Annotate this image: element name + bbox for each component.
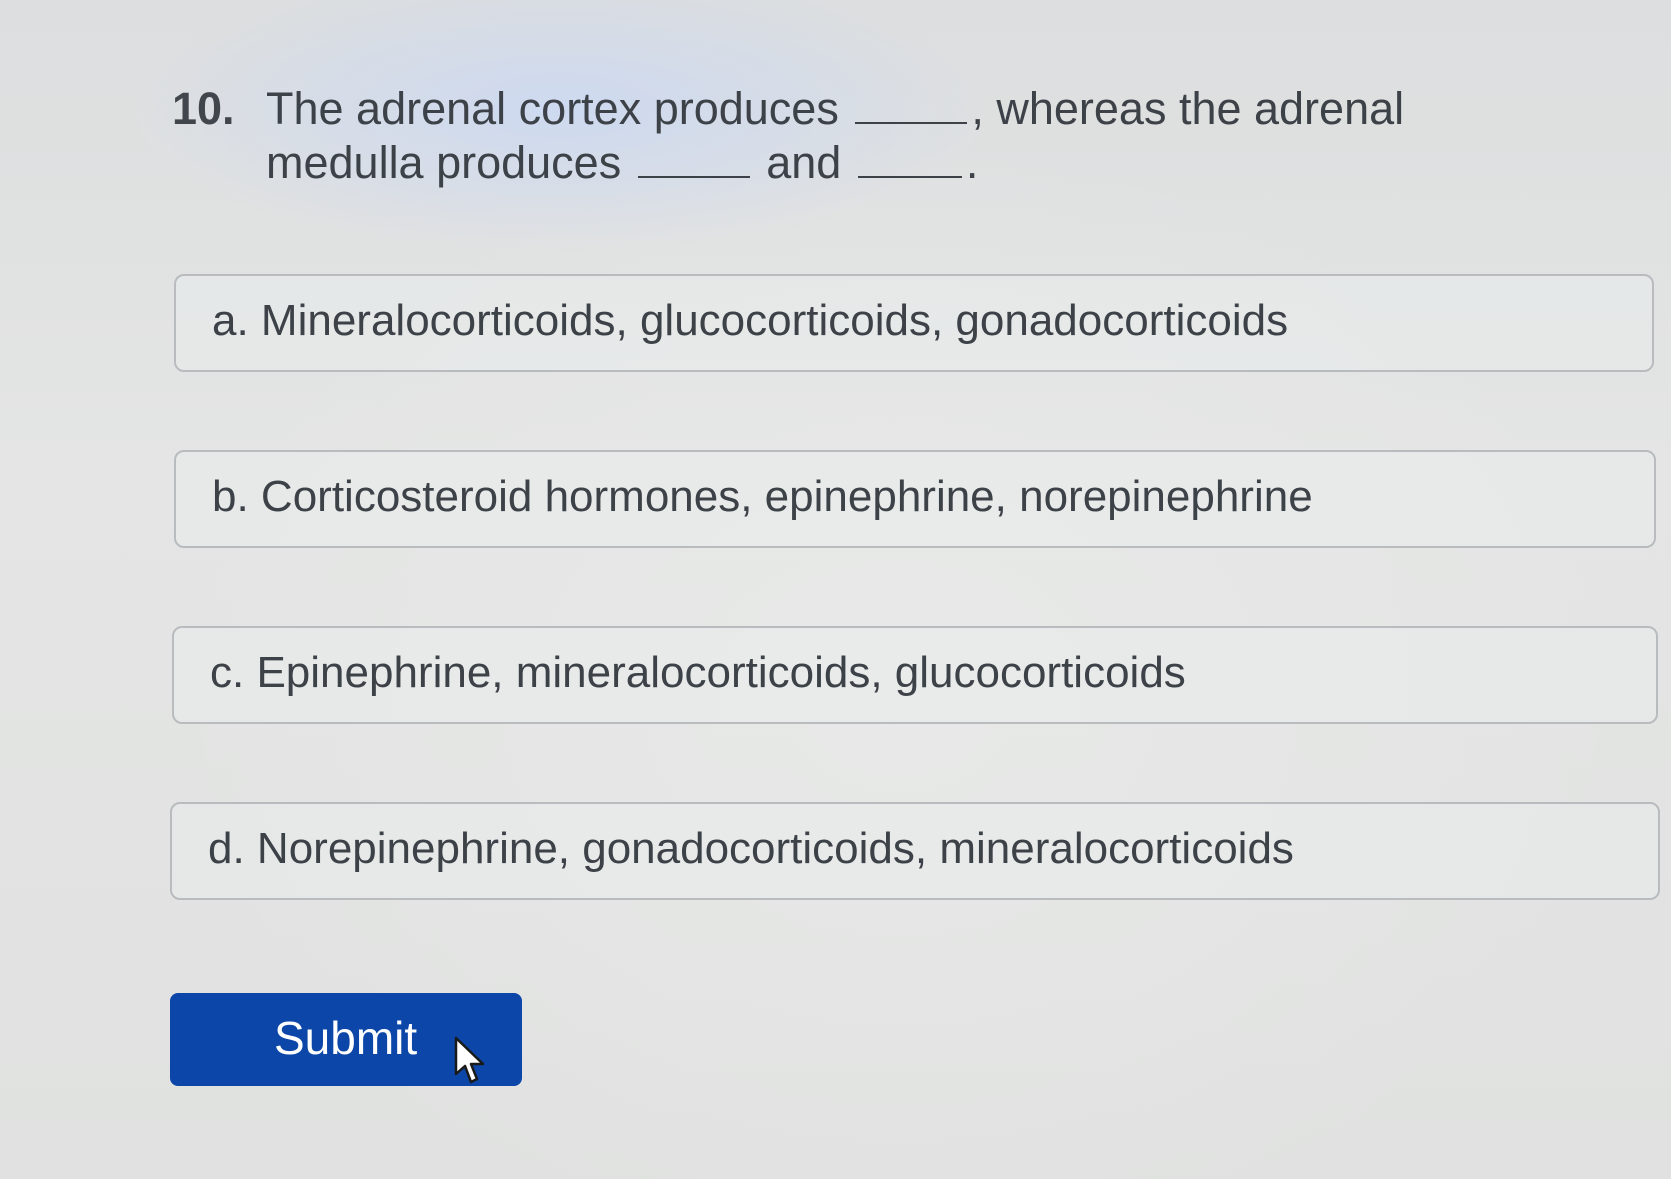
mouse-pointer-icon [454,1036,485,1084]
question-text-part1: The adrenal cortex produces [266,83,839,134]
question-number: 10. [172,83,235,134]
submit-button-label: Submit [274,1012,418,1064]
answer-option-label: a. Mineralocorticoids, glucocorticoids, … [212,296,1289,345]
answer-option-c[interactable]: c. Epinephrine, mineralocorticoids, gluc… [172,626,1658,724]
blank-2 [637,142,750,178]
answer-option-label: b. Corticosteroid hormones, epinephrine,… [212,472,1313,521]
answer-option-d[interactable]: d. Norepinephrine, gonadocorticoids, min… [170,802,1660,900]
question-text-part3: and [766,137,842,188]
question-text: The adrenal cortex produces , whereas th… [266,82,1526,190]
answer-option-b[interactable]: b. Corticosteroid hormones, epinephrine,… [174,450,1656,548]
blank-1 [855,88,968,124]
answer-option-label: d. Norepinephrine, gonadocorticoids, min… [208,824,1294,873]
blank-3 [857,142,962,178]
question-text-part4: . [965,137,979,188]
answer-option-label: c. Epinephrine, mineralocorticoids, gluc… [210,648,1186,697]
answer-option-a[interactable]: a. Mineralocorticoids, glucocorticoids, … [174,274,1654,372]
